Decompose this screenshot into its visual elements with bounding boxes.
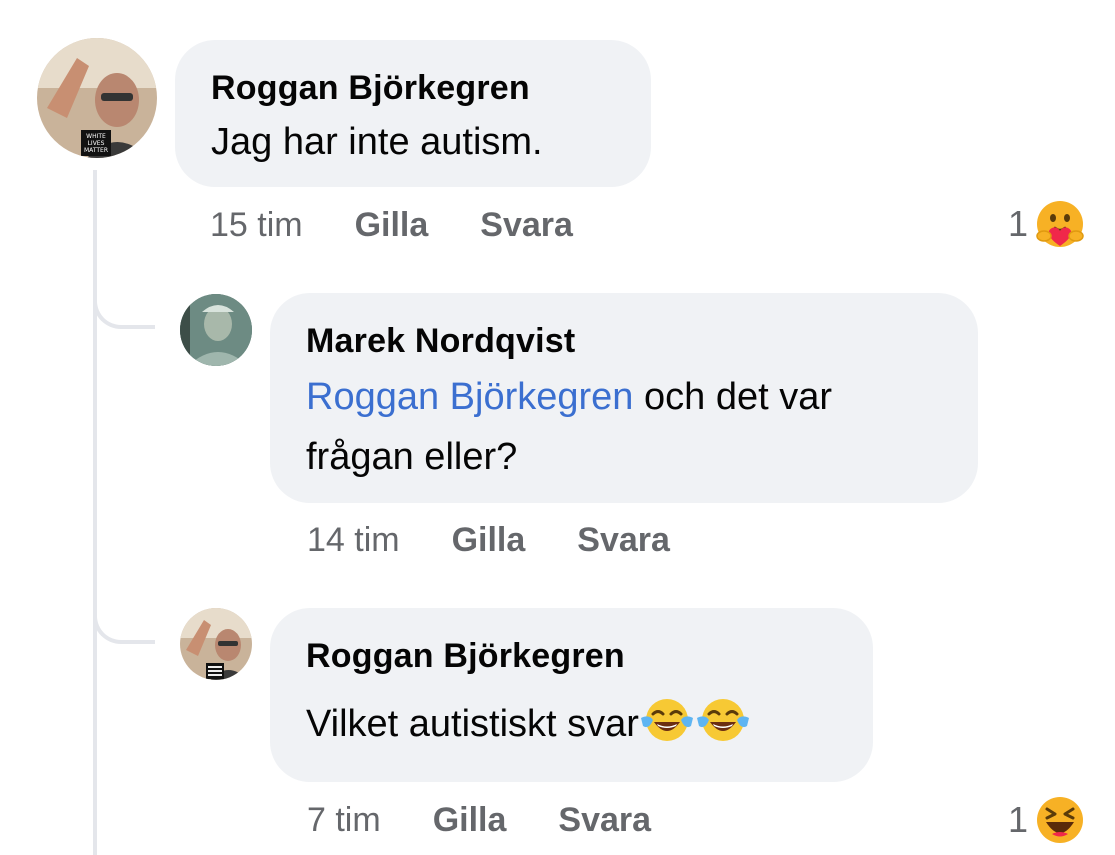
comment-text-after-mention: och det var <box>633 376 832 418</box>
profile-photo-icon <box>180 294 252 366</box>
comment-text: Vilket autistiskt svar <box>306 694 837 762</box>
avatar[interactable] <box>180 608 252 680</box>
reaction-count: 1 <box>1008 203 1029 244</box>
tears-of-joy-emoji-icon <box>639 696 695 762</box>
like-button[interactable]: Gilla <box>433 800 507 840</box>
svg-text:MATTER: MATTER <box>84 147 108 154</box>
comment-text: Roggan Björkegren och det var <box>306 367 942 427</box>
svg-text:LIVES: LIVES <box>88 140 105 147</box>
reply-button[interactable]: Svara <box>558 800 651 840</box>
reaction-summary[interactable]: 1 <box>1008 794 1086 846</box>
comment-bubble: Roggan Björkegren Jag har inte autism. <box>175 40 651 187</box>
thread-connector-reply-2 <box>93 580 155 644</box>
comment-bubble: Roggan Björkegren Vilket autistiskt svar <box>270 608 873 782</box>
comment-meta: 14 tim Gilla Svara <box>307 520 670 560</box>
profile-photo-icon: WHITE LIVES MATTER <box>37 38 157 158</box>
comment-meta: 7 tim Gilla Svara <box>307 800 651 840</box>
comment-text: Jag har inte autism. <box>211 121 543 163</box>
comment-timestamp[interactable]: 15 tim <box>210 205 303 245</box>
reaction-count: 1 <box>1008 799 1029 840</box>
tears-of-joy-emoji-icon <box>695 696 751 762</box>
reply-button[interactable]: Svara <box>480 205 573 245</box>
comment-author[interactable]: Roggan Björkegren <box>211 68 615 108</box>
reaction-summary[interactable]: 1 <box>1008 198 1086 250</box>
comment-text-line2: frågan eller? <box>306 436 518 478</box>
comment-text-body: Vilket autistiskt svar <box>306 703 639 745</box>
avatar[interactable]: WHITE LIVES MATTER <box>37 38 157 158</box>
thread-connector-reply-1 <box>93 265 155 329</box>
profile-photo-icon <box>180 608 252 680</box>
mention-link[interactable]: Roggan Björkegren <box>306 376 633 418</box>
comment-author[interactable]: Marek Nordqvist <box>306 321 942 361</box>
svg-text:WHITE: WHITE <box>86 133 106 140</box>
comment-timestamp[interactable]: 7 tim <box>307 800 381 840</box>
comment-timestamp[interactable]: 14 tim <box>307 520 400 560</box>
haha-emoji-icon <box>1037 797 1084 843</box>
comment-meta: 15 tim Gilla Svara <box>210 205 573 245</box>
comment-author[interactable]: Roggan Björkegren <box>306 636 837 676</box>
avatar[interactable] <box>180 294 252 366</box>
reply-button[interactable]: Svara <box>577 520 670 560</box>
comment-bubble: Marek Nordqvist Roggan Björkegren och de… <box>270 293 978 503</box>
like-button[interactable]: Gilla <box>452 520 526 560</box>
care-emoji-icon <box>1036 201 1084 247</box>
like-button[interactable]: Gilla <box>355 205 429 245</box>
